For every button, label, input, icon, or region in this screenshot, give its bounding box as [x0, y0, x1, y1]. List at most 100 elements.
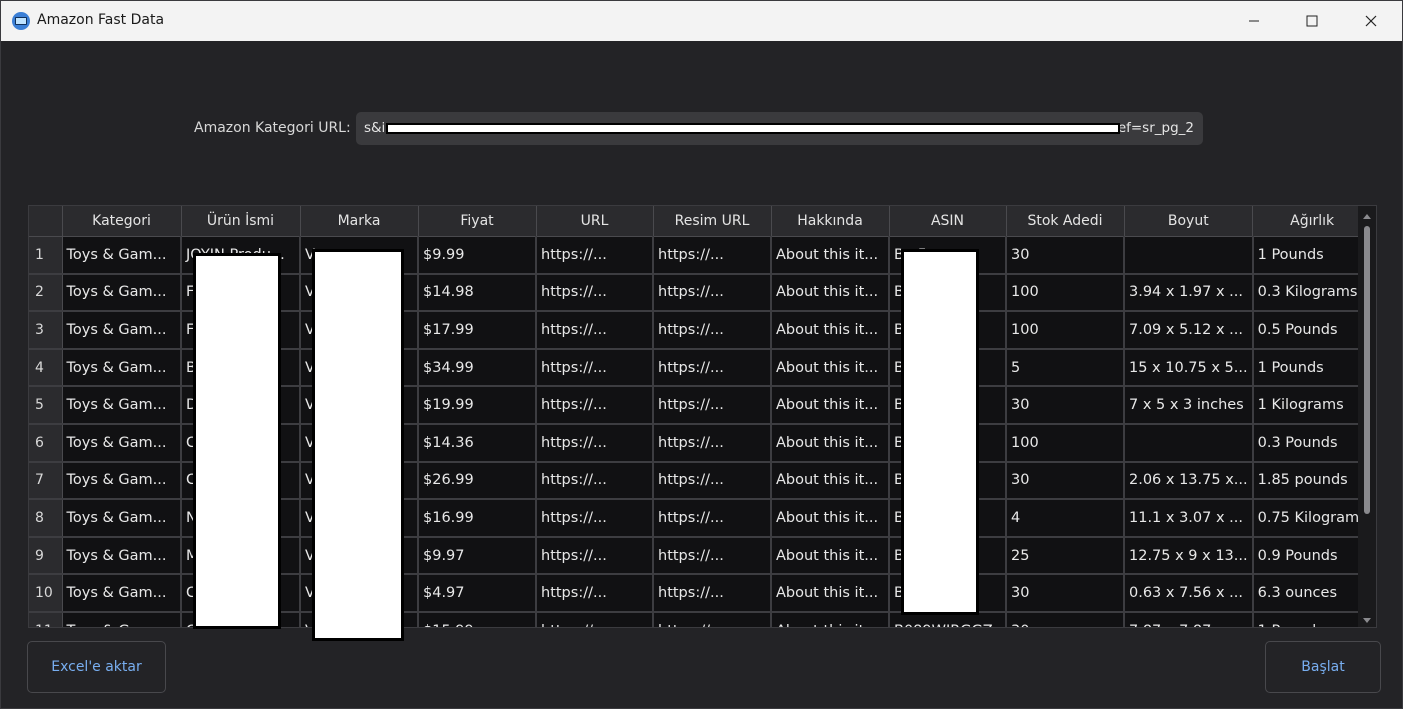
row-number[interactable]: 1: [29, 236, 63, 275]
table-cell-fiyat[interactable]: $15.99: [418, 611, 537, 627]
table-cell-fiyat[interactable]: $9.97: [418, 536, 537, 576]
column-header[interactable]: Stok Adedi: [1006, 206, 1125, 237]
table-cell-url[interactable]: https://...: [536, 236, 654, 275]
table-cell-fiyat[interactable]: $14.98: [418, 273, 537, 313]
column-header[interactable]: ASIN: [889, 206, 1007, 237]
table-cell-boyut[interactable]: 12.75 x 9 x 13...: [1124, 536, 1254, 576]
table-cell-stok[interactable]: 30: [1006, 611, 1125, 627]
corner-cell[interactable]: [29, 206, 63, 237]
table-cell-hakkinda[interactable]: About this it...: [771, 273, 890, 313]
row-number[interactable]: 2: [29, 273, 63, 313]
table-cell-resim[interactable]: https://...: [653, 236, 772, 275]
column-header[interactable]: Boyut: [1124, 206, 1254, 237]
table-cell-kategori[interactable]: Toys & Gam...: [62, 574, 182, 613]
table-cell-stok[interactable]: 30: [1006, 386, 1125, 425]
table-cell-stok[interactable]: 100: [1006, 423, 1125, 463]
table-cell-hakkinda[interactable]: About this it...: [771, 461, 890, 501]
table-cell-hakkinda[interactable]: About this it...: [771, 423, 890, 463]
table-cell-url[interactable]: https://...: [536, 386, 654, 425]
row-number[interactable]: 4: [29, 348, 63, 388]
table-cell-stok[interactable]: 4: [1006, 499, 1125, 538]
table-cell-boyut[interactable]: [1124, 423, 1254, 463]
table-cell-kategori[interactable]: Toys & Gam...: [62, 236, 182, 275]
table-cell-boyut[interactable]: 0.63 x 7.56 x ...: [1124, 574, 1254, 613]
table-cell-fiyat[interactable]: $26.99: [418, 461, 537, 501]
column-header[interactable]: Ürün İsmi: [181, 206, 301, 237]
table-cell-stok[interactable]: 5: [1006, 348, 1125, 388]
table-cell-resim[interactable]: https://...: [653, 611, 772, 627]
row-number[interactable]: 5: [29, 386, 63, 425]
table-cell-url[interactable]: https://...: [536, 536, 654, 576]
start-button[interactable]: Başlat: [1265, 641, 1381, 693]
scroll-thumb[interactable]: [1364, 226, 1370, 514]
table-cell-fiyat[interactable]: $19.99: [418, 386, 537, 425]
table-cell-stok[interactable]: 30: [1006, 236, 1125, 275]
table-cell-kategori[interactable]: Toys & Gam...: [62, 348, 182, 388]
table-cell-url[interactable]: https://...: [536, 611, 654, 627]
table-cell-fiyat[interactable]: $9.99: [418, 236, 537, 275]
table-cell-agirlik[interactable]: 0.75 Kilograms: [1252, 499, 1373, 538]
category-url-input[interactable]: s&i ef=sr_pg_2: [356, 112, 1203, 145]
table-cell-agirlik[interactable]: 6.3 ounces: [1252, 574, 1373, 613]
table-cell-resim[interactable]: https://...: [653, 461, 772, 501]
table-cell-agirlik[interactable]: 0.5 Pounds: [1252, 311, 1373, 350]
table-cell-agirlik[interactable]: 1 Pounds: [1252, 611, 1373, 627]
table-cell-agirlik[interactable]: 1 Kilograms: [1252, 386, 1373, 425]
column-header[interactable]: Marka: [300, 206, 419, 237]
table-cell-boyut[interactable]: [1124, 236, 1254, 275]
table-cell-fiyat[interactable]: $16.99: [418, 499, 537, 538]
table-cell-url[interactable]: https://...: [536, 461, 654, 501]
table-cell-kategori[interactable]: Toys & Gam...: [62, 423, 182, 463]
table-cell-kategori[interactable]: Toys & Gam...: [62, 611, 182, 627]
table-cell-hakkinda[interactable]: About this it...: [771, 574, 890, 613]
table-cell-fiyat[interactable]: $34.99: [418, 348, 537, 388]
table-cell-resim[interactable]: https://...: [653, 386, 772, 425]
table-cell-kategori[interactable]: Toys & Gam...: [62, 386, 182, 425]
table-cell-hakkinda[interactable]: About this it...: [771, 311, 890, 350]
row-number[interactable]: 9: [29, 536, 63, 576]
column-header[interactable]: Hakkında: [771, 206, 890, 237]
export-excel-button[interactable]: Excel'e aktar: [27, 641, 166, 693]
table-cell-fiyat[interactable]: $4.97: [418, 574, 537, 613]
table-cell-resim[interactable]: https://...: [653, 536, 772, 576]
table-cell-kategori[interactable]: Toys & Gam...: [62, 273, 182, 313]
table-cell-boyut[interactable]: 15 x 10.75 x 5...: [1124, 348, 1254, 388]
table-cell-agirlik[interactable]: 0.3 Kilograms: [1252, 273, 1373, 313]
table-cell-stok[interactable]: 25: [1006, 536, 1125, 576]
row-number[interactable]: 3: [29, 311, 63, 350]
table-cell-url[interactable]: https://...: [536, 311, 654, 350]
table-cell-boyut[interactable]: 3.94 x 1.97 x ...: [1124, 273, 1254, 313]
scroll-down-icon[interactable]: [1363, 618, 1371, 623]
table-cell-kategori[interactable]: Toys & Gam...: [62, 499, 182, 538]
row-number[interactable]: 10: [29, 574, 63, 613]
minimize-button[interactable]: [1225, 1, 1283, 41]
table-cell-agirlik[interactable]: 1.85 pounds: [1252, 461, 1373, 501]
table-cell-resim[interactable]: https://...: [653, 574, 772, 613]
table-cell-kategori[interactable]: Toys & Gam...: [62, 311, 182, 350]
table-cell-boyut[interactable]: 7.09 x 5.12 x ...: [1124, 311, 1254, 350]
scroll-up-icon[interactable]: [1363, 214, 1371, 219]
table-cell-kategori[interactable]: Toys & Gam...: [62, 536, 182, 576]
table-cell-boyut[interactable]: 7.87 x 7.87 x ...: [1124, 611, 1254, 627]
table-cell-agirlik[interactable]: 1 Pounds: [1252, 236, 1373, 275]
table-cell-resim[interactable]: https://...: [653, 273, 772, 313]
table-cell-url[interactable]: https://...: [536, 499, 654, 538]
table-cell-resim[interactable]: https://...: [653, 499, 772, 538]
table-cell-url[interactable]: https://...: [536, 423, 654, 463]
row-number[interactable]: 11: [29, 611, 63, 627]
table-cell-hakkinda[interactable]: About this it...: [771, 236, 890, 275]
table-cell-stok[interactable]: 100: [1006, 273, 1125, 313]
table-cell-url[interactable]: https://...: [536, 348, 654, 388]
table-cell-hakkinda[interactable]: About this it...: [771, 611, 890, 627]
table-cell-url[interactable]: https://...: [536, 574, 654, 613]
table-cell-kategori[interactable]: Toys & Gam...: [62, 461, 182, 501]
table-cell-boyut[interactable]: 2.06 x 13.75 x...: [1124, 461, 1254, 501]
table-cell-resim[interactable]: https://...: [653, 348, 772, 388]
table-cell-fiyat[interactable]: $14.36: [418, 423, 537, 463]
table-cell-url[interactable]: https://...: [536, 273, 654, 313]
column-header[interactable]: Resim URL: [653, 206, 772, 237]
vertical-scrollbar[interactable]: [1358, 206, 1376, 627]
row-number[interactable]: 6: [29, 423, 63, 463]
maximize-button[interactable]: [1283, 1, 1341, 41]
table-cell-resim[interactable]: https://...: [653, 311, 772, 350]
